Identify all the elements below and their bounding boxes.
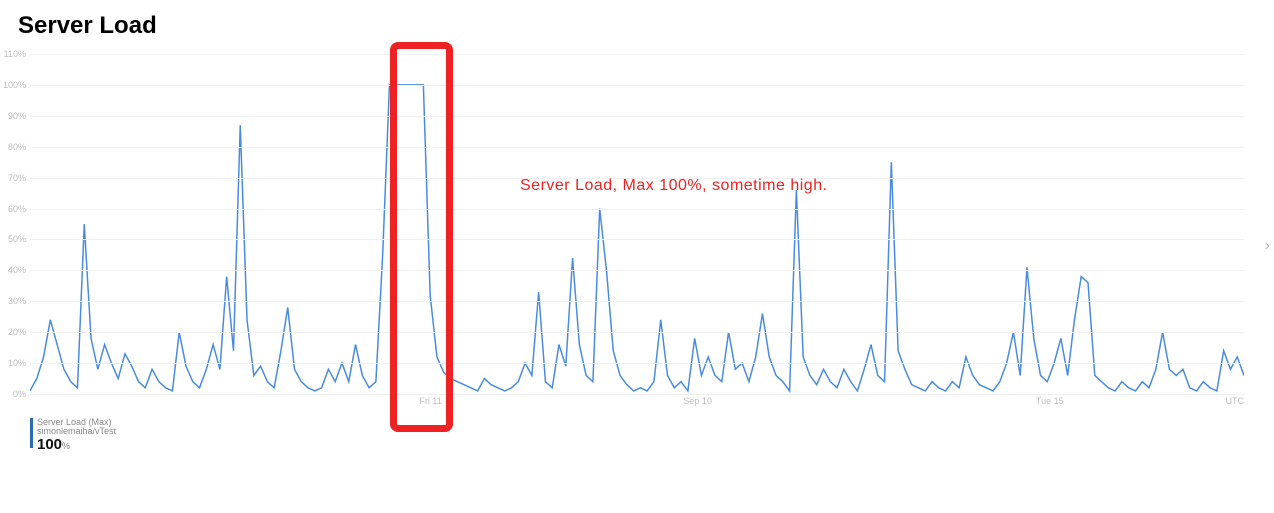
gridline [30,239,1244,240]
x-tick: Sep 10 [683,396,712,406]
chart-svg [30,54,1244,394]
y-tick: 80% [8,142,26,152]
gridline [30,116,1244,117]
y-tick: 100% [3,80,26,90]
gridline [30,147,1244,148]
legend-unit: % [62,441,70,451]
y-tick: 110% [4,49,26,59]
y-axis: 0%10%20%30%40%50%60%70%80%90%100%110% [0,54,30,394]
annotation-text: Server Load, Max 100%, sometime high. [520,177,828,195]
gridline [30,270,1244,271]
scroll-right-icon[interactable]: › [1265,237,1270,255]
y-tick: 60% [8,204,26,214]
gridline [30,209,1244,210]
gridline [30,363,1244,364]
legend: Server Load (Max) simonlemaiha/vTest 100… [30,418,1274,454]
x-axis: UTC Fri 11 Sep 10 Tue 15 [30,396,1244,410]
y-tick: 50% [8,234,26,244]
y-tick: 20% [8,327,26,337]
gridline [30,301,1244,302]
y-tick: 70% [8,173,26,183]
gridline [30,332,1244,333]
y-tick: 90% [8,111,26,121]
chart-title: Server Load [18,12,1274,40]
plot-area [30,54,1244,394]
chart-container: 0%10%20%30%40%50%60%70%80%90%100%110% [30,54,1244,394]
y-tick: 10% [8,358,26,368]
legend-resource-name: simonlemaiha/vTest [37,427,116,436]
y-tick: 0% [13,389,26,399]
y-tick: 30% [8,296,26,306]
legend-color-bar [30,418,33,448]
gridline [30,54,1244,55]
series-line [30,85,1244,391]
gridline [30,85,1244,86]
x-tick: Tue 15 [1036,396,1064,406]
x-tick: Fri 11 [419,396,441,406]
legend-value: 100 [37,436,62,453]
x-axis-right-label: UTC [1226,396,1245,406]
gridline [30,394,1244,395]
y-tick: 40% [8,265,26,275]
